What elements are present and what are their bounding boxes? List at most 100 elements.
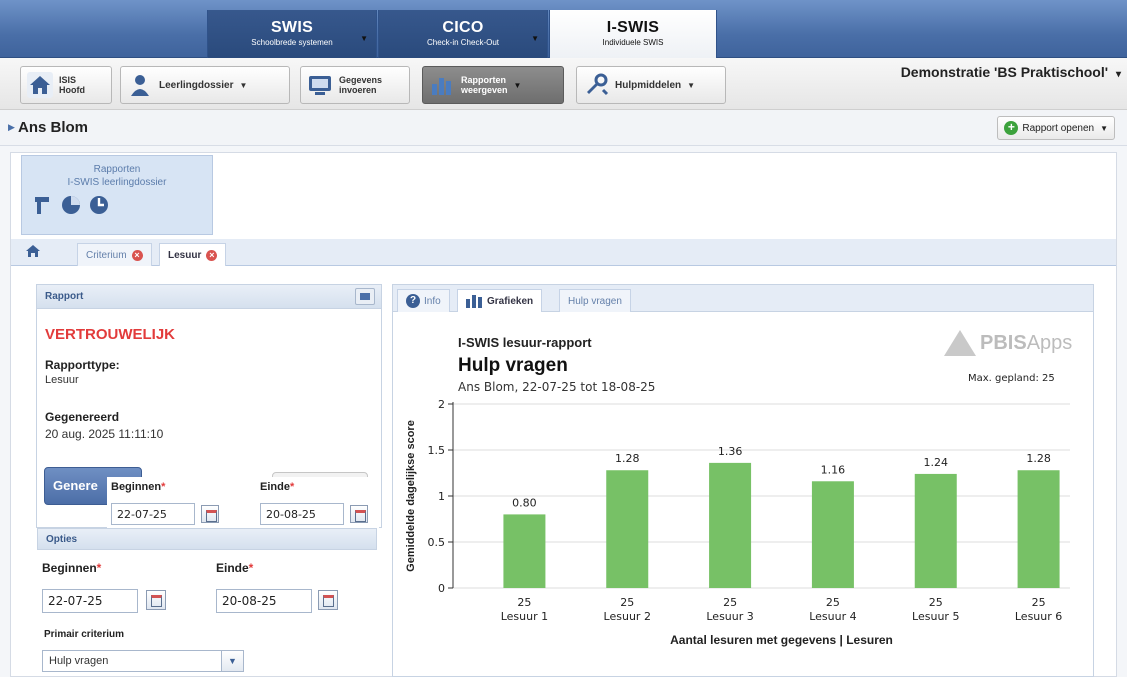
overlay-begin-label: Beginnen* xyxy=(111,481,166,493)
bar-chart-icon xyxy=(429,72,455,98)
close-icon[interactable]: × xyxy=(131,249,143,261)
hulpmiddelen-button[interactable]: Hulpmiddelen ▼ xyxy=(576,66,726,104)
bar xyxy=(811,481,854,588)
tab-iswis-subtitle: Individuele SWIS xyxy=(602,38,664,47)
chevron-down-icon: ▼ xyxy=(687,80,696,90)
bar-value-label: 1.16 xyxy=(821,463,846,476)
tab-info[interactable]: ? Info xyxy=(397,289,450,312)
monitor-icon xyxy=(307,72,333,98)
max-planned: Max. gepland: 25 xyxy=(968,373,1055,384)
tab-swis-title: SWIS xyxy=(270,19,314,36)
tab-lesuur[interactable]: Lesuur × xyxy=(159,243,227,266)
reports-title: Rapporten xyxy=(93,164,141,175)
tab-cico[interactable]: CICO Check-in Check-Out ▼ xyxy=(378,10,548,58)
y-tick-label: 2 xyxy=(438,398,445,411)
pie-chart-icon[interactable] xyxy=(60,194,82,216)
home-icon[interactable] xyxy=(25,243,41,263)
criterion-select[interactable]: Hulp vragen ▼ xyxy=(42,650,244,672)
bar-value-label: 1.28 xyxy=(615,452,640,465)
y-tick-label: 0.5 xyxy=(428,536,446,549)
x-count-label: 25 xyxy=(517,596,531,609)
report-tab-strip: Criterium × Lesuur × xyxy=(11,239,1116,266)
person-icon xyxy=(127,72,153,98)
print-icon[interactable] xyxy=(355,288,375,305)
bar-value-label: 1.24 xyxy=(924,456,949,469)
x-count-label: 25 xyxy=(723,596,737,609)
rapport-header-label: Rapport xyxy=(45,291,84,302)
school-name: Demonstratie 'BS Praktischool' xyxy=(900,64,1109,80)
bar xyxy=(606,470,649,588)
calendar-icon[interactable] xyxy=(201,505,219,523)
bar-chart-icon xyxy=(466,294,482,308)
chevron-down-icon: ▾ xyxy=(1115,69,1121,80)
options-end-label: Einde* xyxy=(216,561,254,575)
confidential-label: VERTROUWELIJK xyxy=(45,326,176,343)
invoeren-label: invoeren xyxy=(339,85,377,95)
options-end-input[interactable]: 20-08-25 xyxy=(216,589,312,613)
calendar-icon[interactable] xyxy=(146,590,166,610)
bar-value-label: 0.80 xyxy=(512,496,537,509)
y-tick-label: 1.5 xyxy=(428,444,446,457)
overlay-begin-input[interactable]: 22-07-25 xyxy=(111,503,195,525)
plus-icon: + xyxy=(1004,121,1019,135)
opties-header: Opties xyxy=(37,528,377,550)
tab-info-label: Info xyxy=(424,295,441,307)
generated-value: 20 aug. 2025 11:11:10 xyxy=(45,427,164,441)
options-begin-input[interactable]: 22-07-25 xyxy=(42,589,138,613)
rapport-panel-header: Rapport xyxy=(37,285,381,309)
calendar-icon[interactable] xyxy=(318,590,338,610)
chart-title: Hulp vragen xyxy=(458,355,568,376)
overlay-end-input[interactable]: 20-08-25 xyxy=(260,503,344,525)
bar xyxy=(914,473,957,588)
leerlingdossier-label: Leerlingdossier xyxy=(159,79,234,91)
isis-label: ISIS xyxy=(59,75,77,85)
pbisapps-logo: PBIS Apps xyxy=(944,330,1072,356)
generated-label: Gegenereerd xyxy=(45,410,120,424)
rapport-openen-button[interactable]: + Rapport openen ▼ xyxy=(997,116,1115,140)
tab-grafieken[interactable]: Grafieken xyxy=(457,289,543,312)
x-category-label: Lesuur 1 xyxy=(501,610,548,623)
school-selector[interactable]: Demonstratie 'BS Praktischool' ▾ xyxy=(901,64,1121,80)
bar xyxy=(503,514,546,588)
isis-home-button[interactable]: ISIS Hoofd xyxy=(20,66,112,104)
gegevens-invoeren-button[interactable]: Gegevens invoeren xyxy=(300,66,410,104)
student-name: Ans Blom xyxy=(18,119,89,136)
tab-cico-title: CICO xyxy=(442,19,484,36)
y-tick-label: 0 xyxy=(438,582,445,595)
tab-iswis[interactable]: I-SWIS Individuele SWIS xyxy=(549,10,717,58)
rapporten-weergeven-button[interactable]: Rapporten weergeven ▼ xyxy=(422,66,564,104)
chevron-down-icon[interactable]: ▼ xyxy=(360,34,368,43)
bar xyxy=(1017,470,1060,588)
clock-chart-icon[interactable] xyxy=(88,194,110,216)
x-category-label: Lesuur 4 xyxy=(809,610,856,623)
tab-cico-subtitle: Check-in Check-Out xyxy=(426,38,500,47)
report-type-label: Rapporttype: xyxy=(45,358,120,372)
overlay-end-label: Einde* xyxy=(260,481,295,493)
x-category-label: Lesuur 6 xyxy=(1015,610,1062,623)
rapport-openen-label: Rapport openen xyxy=(1022,122,1095,134)
leerlingdossier-button[interactable]: Leerlingdossier ▼ xyxy=(120,66,290,104)
tab-swis[interactable]: SWIS Schoolbrede systemen ▼ xyxy=(207,10,377,58)
chevron-down-icon: ▼ xyxy=(513,80,522,90)
bar-value-label: 1.28 xyxy=(1026,452,1051,465)
criterion-value: Hulp vragen xyxy=(49,655,109,667)
logo-apps: Apps xyxy=(1026,331,1073,354)
tab-criterium[interactable]: Criterium × xyxy=(77,243,152,266)
expand-arrow-icon[interactable]: ▶ xyxy=(8,122,15,133)
date-overlay: Beginnen* Einde* 22-07-25 20-08-25 xyxy=(107,477,379,529)
tab-swis-subtitle: Schoolbrede systemen xyxy=(251,38,333,47)
x-count-label: 25 xyxy=(620,596,634,609)
tab-iswis-title: I-SWIS xyxy=(606,19,660,36)
calendar-icon[interactable] xyxy=(350,505,368,523)
x-count-label: 25 xyxy=(826,596,840,609)
tools-icon xyxy=(583,72,609,98)
close-icon[interactable]: × xyxy=(206,249,218,261)
chevron-down-icon[interactable]: ▼ xyxy=(531,34,539,43)
help-icon: ? xyxy=(406,294,420,308)
tab-grafieken-label: Grafieken xyxy=(487,295,534,307)
gegevens-label: Gegevens xyxy=(339,75,383,85)
flag-report-icon[interactable] xyxy=(32,194,54,216)
weergeven-label: weergeven xyxy=(461,85,508,95)
y-tick-label: 1 xyxy=(438,490,445,503)
tab-hulp-vragen[interactable]: Hulp vragen xyxy=(559,289,631,312)
